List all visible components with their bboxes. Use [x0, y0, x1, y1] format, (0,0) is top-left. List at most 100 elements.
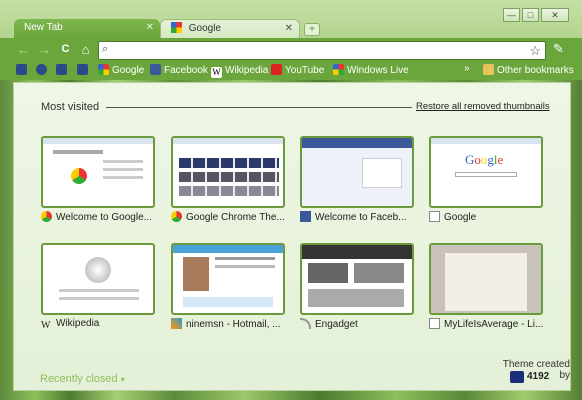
other-bookmarks[interactable]: Other bookmarks: [483, 64, 574, 78]
thumbnail-title-text: Google Chrome The...: [186, 212, 285, 223]
home-button[interactable]: ⌂: [78, 42, 93, 57]
toolbar: ← → C ⌂ ⌕ ☆ ✎: [0, 38, 582, 62]
thumbnail-3[interactable]: [300, 136, 414, 208]
reload-button[interactable]: C: [58, 42, 73, 57]
ninemsn-icon: [171, 318, 182, 329]
clock-icon: [36, 64, 47, 75]
thumb-content: [179, 186, 279, 196]
bookmark-label: YouTube: [285, 65, 325, 76]
most-visited-heading: Most visited: [41, 101, 100, 113]
puzzle-icon: [77, 64, 88, 75]
new-tab-button[interactable]: +: [304, 23, 320, 36]
thumbnail-title-text: Google: [444, 212, 477, 223]
thumbnail-title-text: Welcome to Google...: [56, 212, 152, 223]
bookmark-item-4[interactable]: [77, 64, 91, 78]
bookmark-facebook[interactable]: Facebook: [150, 64, 208, 78]
theme-author-name: 4192: [527, 371, 550, 382]
bookmarks-overflow-chevron[interactable]: »: [464, 63, 470, 74]
bookmark-windows-live[interactable]: Windows Live: [333, 64, 409, 78]
thumb-content: [173, 245, 283, 253]
thumb-content: [308, 289, 404, 307]
tab-label: Google: [188, 23, 222, 34]
download-icon: [56, 64, 67, 75]
recently-closed-menu[interactable]: Recently closed ▾: [40, 373, 125, 385]
bookmark-label: Google: [112, 65, 145, 76]
thumb-content: [354, 263, 404, 283]
thumb-content: [183, 257, 209, 291]
restore-thumbnails-link[interactable]: Restore all removed thumbnails: [416, 101, 550, 112]
thumbnail-title-text: MyLifeIsAverage - Li...: [444, 319, 544, 330]
thumb-content: [215, 257, 275, 260]
thumb-content: [215, 265, 275, 268]
thumbnail-5[interactable]: [41, 243, 155, 315]
chrome-icon: [41, 211, 52, 222]
page-icon: [429, 318, 440, 329]
google-icon: [171, 22, 182, 33]
thumb-browser-bar: [43, 138, 153, 144]
thumb-content: [59, 289, 139, 292]
thumb-content: [445, 253, 527, 311]
bookmark-label: Windows Live: [347, 65, 409, 76]
thumbnail-title-text: Wikipedia: [56, 318, 100, 329]
thumb-content: [103, 160, 143, 163]
thumbnail-title-7[interactable]: Engadget: [300, 318, 420, 331]
thumbnail-title-6[interactable]: ninemsn - Hotmail, ...: [171, 318, 291, 331]
wikipedia-icon: W: [211, 67, 222, 78]
bookmark-star-icon[interactable]: ☆: [529, 42, 541, 59]
bookmark-icon-1: [16, 64, 27, 75]
youtube-icon: [271, 64, 282, 75]
thumbnail-1[interactable]: [41, 136, 155, 208]
tab-google[interactable]: Google ✕: [160, 19, 300, 38]
wrench-icon[interactable]: ✎: [553, 41, 564, 57]
chevron-down-icon: ▾: [120, 375, 125, 384]
omnibox-input[interactable]: [115, 43, 525, 58]
thumb-content: [302, 245, 412, 259]
thumb-content: [179, 158, 279, 168]
thumbnail-title-5[interactable]: W Wikipedia: [41, 318, 161, 331]
thumbnail-title-8[interactable]: MyLifeIsAverage - Li...: [429, 318, 549, 331]
bookmark-item-2[interactable]: [36, 64, 50, 78]
other-bookmarks-label: Other bookmarks: [497, 65, 574, 76]
forward-button[interactable]: →: [37, 42, 52, 57]
facebook-icon: [150, 64, 161, 75]
bookmark-youtube[interactable]: YouTube: [271, 64, 324, 78]
thumbnail-title-3[interactable]: Welcome to Faceb...: [300, 211, 420, 224]
maximize-button[interactable]: □: [522, 8, 539, 22]
thumbnail-title-text: Welcome to Faceb...: [315, 212, 407, 223]
thumbnail-title-2[interactable]: Google Chrome The...: [171, 211, 291, 224]
thumb-content: [59, 297, 139, 300]
thumbnail-2[interactable]: [171, 136, 285, 208]
search-icon: ⌕: [102, 43, 109, 55]
theme-author-logo[interactable]: [510, 371, 524, 383]
close-window-button[interactable]: ✕: [541, 8, 569, 22]
thumb-browser-bar: [431, 138, 541, 144]
bookmark-label: Wikipedia: [225, 65, 269, 76]
bookmark-wikipedia[interactable]: W Wikipedia: [211, 64, 268, 78]
thumbnail-title-1[interactable]: Welcome to Google...: [41, 211, 161, 224]
bookmark-google[interactable]: Google: [98, 64, 144, 78]
thumbnail-8[interactable]: [429, 243, 543, 315]
thumbnail-title-4[interactable]: Google: [429, 211, 549, 224]
close-icon[interactable]: ✕: [146, 19, 154, 37]
tab-new-tab[interactable]: New Tab ✕: [14, 19, 160, 38]
back-button[interactable]: ←: [16, 42, 31, 57]
omnibox[interactable]: ⌕ ☆: [98, 41, 546, 60]
bookmark-item-3[interactable]: [56, 64, 70, 78]
thumb-content: [179, 172, 279, 182]
thumb-content: [71, 168, 87, 184]
close-icon[interactable]: ✕: [285, 20, 293, 38]
thumb-content: [308, 263, 348, 283]
bookmark-item-1[interactable]: [16, 64, 30, 78]
new-tab-page: Most visited Restore all removed thumbna…: [13, 82, 571, 391]
thumbnail-7[interactable]: [300, 243, 414, 315]
thumbnail-4[interactable]: Google: [429, 136, 543, 208]
thumb-content: [183, 297, 273, 307]
thumbnail-6[interactable]: [171, 243, 285, 315]
minimize-button[interactable]: —: [503, 8, 520, 22]
bookmark-label: Facebook: [164, 65, 208, 76]
thumb-content: Google: [465, 152, 504, 167]
page-icon: [429, 211, 440, 222]
wikipedia-icon: W: [41, 320, 51, 331]
divider: [106, 107, 412, 108]
thumb-content: [362, 158, 402, 188]
